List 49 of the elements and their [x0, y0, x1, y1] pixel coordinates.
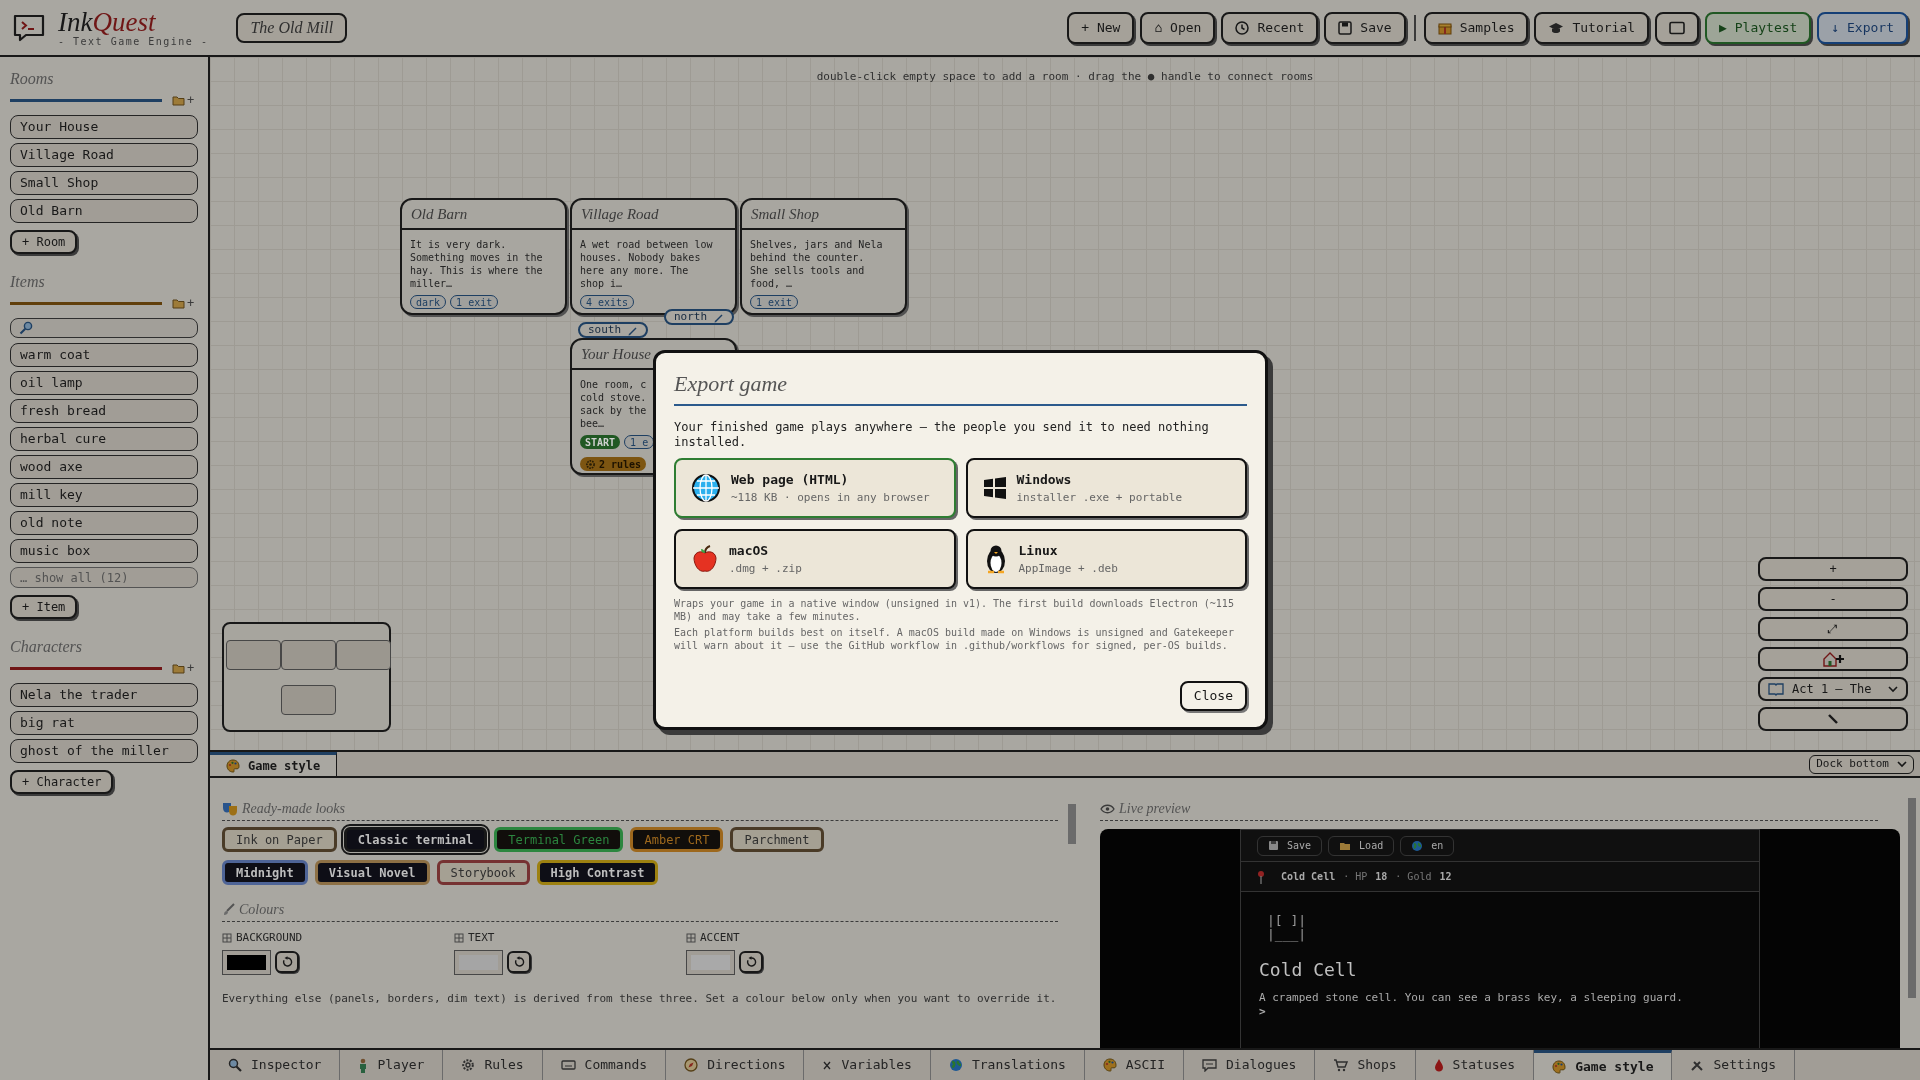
room-description: Shelves, jars and Nela behind the counter. She sells tools and food, … [750, 238, 883, 290]
app-logo: InkQuest [58, 8, 157, 35]
room-description: One room, c cold stove. sack by the bee… [580, 378, 647, 430]
room-title: Old Barn [411, 204, 468, 224]
section-heading: Live preview [1119, 800, 1191, 818]
room-description: It is very dark. Something moves in the hay. This is where the miller… [410, 238, 543, 290]
start-badge: START [580, 435, 621, 449]
section-heading: Rooms [10, 69, 54, 89]
canvas-hint: double-click empty space to add a room · drag the ● handle to connect rooms [816, 70, 1314, 83]
option-title: macOS [729, 542, 770, 560]
option-subtitle: installer .exe + portable [1016, 489, 1183, 506]
section-heading: Characters [10, 637, 82, 657]
section-heading: Colours [239, 901, 285, 919]
room-title: Small Shop [751, 204, 819, 224]
dialog-intro: Your finished game plays anywhere — the people you send it to need nothing installed. [674, 420, 1210, 450]
dialog-note: Each platform builds best on itself. A macOS build made on Windows is unsigned and Gatekeeper will warn about it — use the GitHub workflow in .github/workflows for signed, per-OS builds. [674, 626, 1235, 652]
command-prompt: > [1259, 1004, 1267, 1020]
dialog-title: Export game [674, 371, 788, 396]
room-tag: 1 e [624, 435, 655, 449]
room-heading: Cold Cell [1259, 958, 1358, 982]
location-name: Cold Cell [1281, 870, 1336, 884]
option-subtitle: ~118 KB · opens in any browser [731, 489, 930, 506]
room-tag: 1 exit [450, 295, 499, 309]
app-tagline: - Text Game Engine - [58, 36, 209, 47]
option-subtitle: AppImage + .deb [1018, 560, 1118, 577]
colour-note: Everything else (panels, borders, dim text) is derived from these three. Set a colour below only when you want to override it. [222, 990, 1058, 1007]
option-title: Linux [1018, 542, 1059, 560]
colour-label: ACCENT [700, 930, 740, 946]
colour-label: BACKGROUND [236, 930, 303, 946]
room-title: Village Road [581, 204, 659, 224]
colour-label: TEXT [468, 930, 495, 946]
stat-label: · Gold [1395, 870, 1432, 884]
section-heading: Items [10, 272, 45, 292]
stat-value: 18 [1375, 870, 1388, 884]
stat-label: · HP [1343, 870, 1368, 884]
option-subtitle: .dmg + .zip [729, 560, 802, 577]
room-tag: 1 exit [750, 295, 799, 309]
room-description: A cramped stone cell. You can see a brass key, a sleeping guard. [1259, 991, 1684, 1004]
section-heading: Ready-made looks [242, 800, 346, 818]
room-tag: dark [410, 295, 447, 309]
room-tag: 4 exits [580, 295, 635, 309]
option-title: Windows [1016, 471, 1073, 489]
room-title: Your House [581, 344, 651, 364]
room-description: A wet road between low houses. Nobody bakes here any more. The shop i… [580, 238, 713, 290]
dialog-note: Wraps your game in a native window (unsigned in v1). The first build downloads Electron (~115 MB) and may take a few minutes. [674, 597, 1235, 623]
ascii-art: |[ ]| |___| [1267, 914, 1308, 942]
stat-value: 12 [1439, 870, 1452, 884]
option-title: Web page (HTML) [731, 471, 850, 489]
rules-badge: 2 rules [580, 457, 647, 471]
